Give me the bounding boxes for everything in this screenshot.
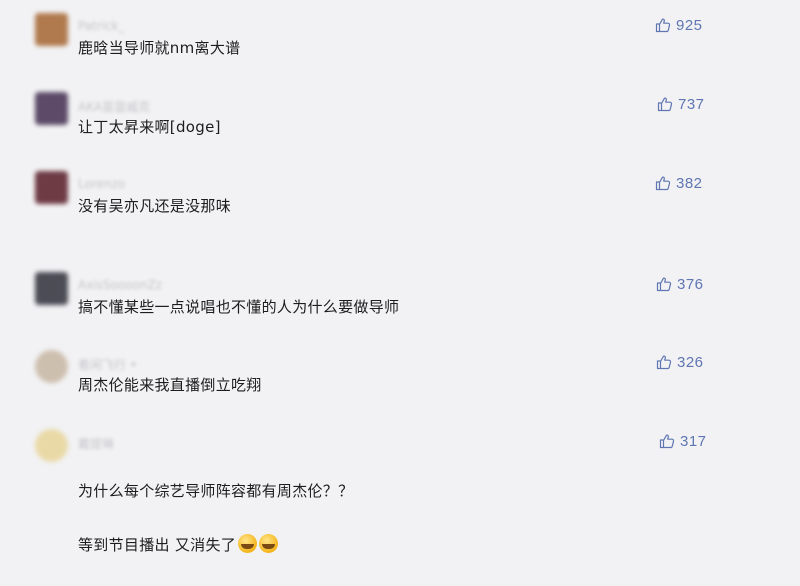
username[interactable]: 戴提琳 <box>78 435 114 452</box>
like-count: 376 <box>677 275 704 293</box>
comment-text-segment: 等到节目播出 又消失了 <box>78 536 237 554</box>
like-button[interactable]: 326 <box>656 352 736 372</box>
avatar[interactable] <box>35 272 68 305</box>
like-button[interactable]: 317 <box>659 431 739 451</box>
avatar[interactable] <box>35 92 68 125</box>
comment-text: 没有吴亦凡还是没那味 <box>78 197 232 215</box>
thumbs-up-icon <box>655 176 671 191</box>
username[interactable]: AxisSoooonZz <box>78 278 162 292</box>
username[interactable]: AKA苗苗威克 <box>78 98 150 115</box>
comment-text: 鹿晗当导师就nm离大谱 <box>78 39 241 57</box>
thumbs-up-icon <box>659 434 675 449</box>
comment-text-line: 为什么每个综艺导师阵容都有周杰伦？？ <box>78 482 354 500</box>
thumbs-up-icon <box>656 355 672 370</box>
username[interactable]: 看闲飞行 • <box>78 356 137 373</box>
comment-text: 让丁太昇来啊[doge] <box>78 118 221 136</box>
avatar[interactable] <box>35 429 68 462</box>
laughing-tears-emoji <box>238 534 258 553</box>
like-count: 326 <box>677 353 704 371</box>
like-button[interactable]: 376 <box>656 274 736 294</box>
like-count: 925 <box>676 16 703 34</box>
username[interactable]: Patrick_ <box>78 19 125 33</box>
like-count: 382 <box>676 174 703 192</box>
like-button[interactable]: 925 <box>655 15 735 35</box>
like-count: 737 <box>678 95 705 113</box>
comment-text: 周杰伦能来我直播倒立吃翔 <box>78 376 262 394</box>
avatar[interactable] <box>35 171 68 204</box>
comment-text-line: 等到节目播出 又消失了 <box>78 532 353 559</box>
thumbs-up-icon <box>655 18 671 33</box>
like-button[interactable]: 737 <box>657 94 737 114</box>
avatar[interactable] <box>35 350 68 383</box>
laughing-tears-emoji <box>259 534 279 553</box>
avatar[interactable] <box>35 13 68 46</box>
like-button[interactable]: 382 <box>655 173 735 193</box>
username[interactable]: Lorenzo <box>78 177 125 191</box>
thumbs-up-icon <box>656 277 672 292</box>
thumbs-up-icon <box>657 97 673 112</box>
comment-text: 为什么每个综艺导师阵容都有周杰伦？？ 等到节目播出 又消失了 <box>78 451 353 586</box>
like-count: 317 <box>680 432 707 450</box>
comment-text: 搞不懂某些一点说唱也不懂的人为什么要做导师 <box>78 298 400 316</box>
